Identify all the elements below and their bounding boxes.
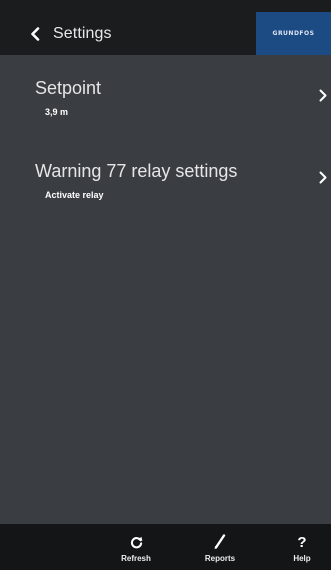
chevron-right-icon	[319, 171, 327, 184]
menu-item-warning-77-relay-settings[interactable]: Warning 77 relay settings Activate relay	[0, 150, 331, 220]
menu-item-setpoint[interactable]: Setpoint 3,9 m	[0, 55, 331, 125]
status-bar	[0, 0, 331, 12]
refresh-button[interactable]: Refresh	[116, 524, 156, 570]
bottom-toolbar: Refresh Reports ? Help	[0, 524, 331, 570]
refresh-icon	[130, 536, 142, 548]
top-bar: Settings GRUNDFOS	[0, 12, 331, 55]
chevron-right-icon	[319, 89, 327, 102]
reports-label: Reports	[204, 554, 236, 563]
help-label: Help	[293, 554, 311, 563]
chevron-left-icon	[31, 27, 40, 41]
back-button[interactable]: Settings	[30, 23, 112, 45]
pencil-icon	[214, 534, 226, 550]
help-button[interactable]: ? Help	[284, 524, 320, 570]
menu-item-value: 3,9 m	[45, 107, 69, 117]
page-title: Settings	[53, 25, 112, 42]
help-icon: ?	[297, 533, 307, 551]
menu-item-title: Setpoint	[35, 78, 102, 98]
reports-button[interactable]: Reports	[198, 524, 242, 570]
menu-item-value: Activate relay	[45, 190, 104, 200]
brand-logo-text: GRUNDFOS	[272, 30, 315, 37]
refresh-label: Refresh	[121, 554, 151, 563]
menu-item-title: Warning 77 relay settings	[35, 161, 238, 181]
brand-logo: GRUNDFOS	[256, 12, 331, 55]
